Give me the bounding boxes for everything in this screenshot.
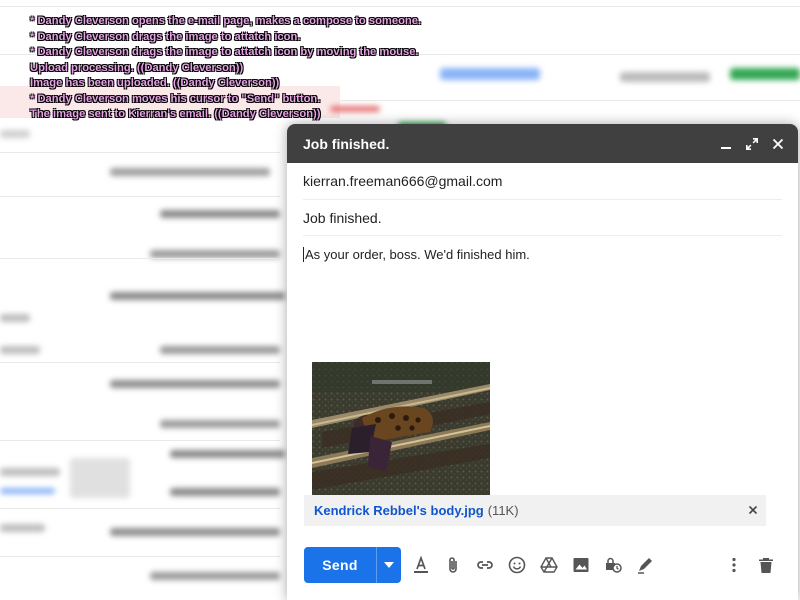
inbox-divider xyxy=(0,508,280,509)
discard-draft-icon[interactable] xyxy=(750,549,782,581)
rp-log-line: * Dandy Cleverson drags the image to att… xyxy=(30,30,301,43)
subject-text: Job finished. xyxy=(303,209,382,226)
inbox-blurred-text xyxy=(110,292,285,300)
inbox-blurred-text xyxy=(170,450,285,458)
to-field[interactable]: kierran.freeman666@gmail.com xyxy=(303,163,782,200)
send-button-group: Send xyxy=(304,547,401,583)
formatting-icons xyxy=(405,549,661,581)
compose-title: Job finished. xyxy=(303,135,390,152)
inbox-blurred-button xyxy=(730,68,800,80)
insert-link-icon[interactable] xyxy=(469,549,501,581)
inbox-blurred-text xyxy=(0,524,45,532)
google-drive-icon[interactable] xyxy=(533,549,565,581)
inbox-blurred-text xyxy=(160,420,280,428)
inbox-blurred-text xyxy=(160,346,280,354)
inbox-blurred-text xyxy=(110,168,270,176)
emoji-icon[interactable] xyxy=(501,549,533,581)
signature-icon[interactable] xyxy=(629,549,661,581)
message-body-text: As your order, boss. We'd finished him. xyxy=(303,247,530,262)
format-text-icon[interactable] xyxy=(405,549,437,581)
inbox-blurred-text xyxy=(110,380,280,388)
rp-log-line: Upload processing. ((Dandy Cleverson)) xyxy=(30,61,244,74)
remove-attachment-icon[interactable] xyxy=(746,503,760,517)
subject-field[interactable]: Job finished. xyxy=(303,200,782,236)
close-icon[interactable] xyxy=(766,132,790,156)
inbox-blurred-text xyxy=(0,488,55,494)
compose-header[interactable]: Job finished. xyxy=(287,124,798,163)
toolbar-right xyxy=(718,549,782,581)
inbox-divider xyxy=(0,440,280,441)
compose-toolbar: Send xyxy=(304,547,782,583)
inbox-divider xyxy=(0,362,280,363)
inbox-blurred-text xyxy=(160,210,280,218)
inbox-blurred-text xyxy=(170,488,280,496)
rp-log-line: * Dandy Cleverson drags the image to att… xyxy=(30,46,419,58)
inbox-divider xyxy=(0,258,280,259)
rp-log-line: The image sent to Kierran's email. ((Dan… xyxy=(30,108,321,120)
expand-icon[interactable] xyxy=(740,132,764,156)
rp-log-line: Image has been uploaded. ((Dandy Clevers… xyxy=(30,77,280,89)
rp-log-line: * Dandy Cleverson opens the e-mail page,… xyxy=(30,15,422,27)
attach-file-icon[interactable] xyxy=(437,549,469,581)
inbox-blurred-text xyxy=(110,528,280,536)
confidential-mode-icon[interactable] xyxy=(597,549,629,581)
inbox-divider xyxy=(0,196,280,197)
inbox-blurred-text xyxy=(0,468,60,476)
inbox-divider xyxy=(0,556,280,557)
inbox-blurred-text xyxy=(0,346,40,354)
attachment-chip[interactable]: Kendrick Rebbel's body.jpg (11K) xyxy=(304,495,766,526)
rp-log-line: * Dandy Cleverson moves his cursor to "S… xyxy=(30,92,321,105)
inbox-divider xyxy=(0,152,280,153)
inbox-blurred-text xyxy=(0,314,30,322)
inbox-blurred-thumb xyxy=(70,458,130,498)
inline-image[interactable] xyxy=(312,362,490,496)
inbox-divider xyxy=(0,6,800,7)
recipient-address: kierran.freeman666@gmail.com xyxy=(303,173,503,189)
roleplay-log: * Dandy Cleverson opens the e-mail page,… xyxy=(30,14,470,123)
inbox-blurred-text xyxy=(0,130,30,138)
minimize-icon[interactable] xyxy=(714,132,738,156)
compose-window: Job finished. kierran.freeman666@gmail.c… xyxy=(287,124,798,600)
inbox-blurred-text xyxy=(150,250,280,258)
send-button[interactable]: Send xyxy=(304,547,376,583)
inline-image-graphic xyxy=(312,362,490,496)
attachment-name[interactable]: Kendrick Rebbel's body.jpg xyxy=(314,503,484,518)
attachment-size: (11K) xyxy=(487,503,519,518)
inbox-blurred-text xyxy=(620,72,710,82)
send-options-icon[interactable] xyxy=(376,547,401,583)
insert-photo-icon[interactable] xyxy=(565,549,597,581)
more-options-icon[interactable] xyxy=(718,549,750,581)
inbox-blurred-text xyxy=(150,572,280,580)
